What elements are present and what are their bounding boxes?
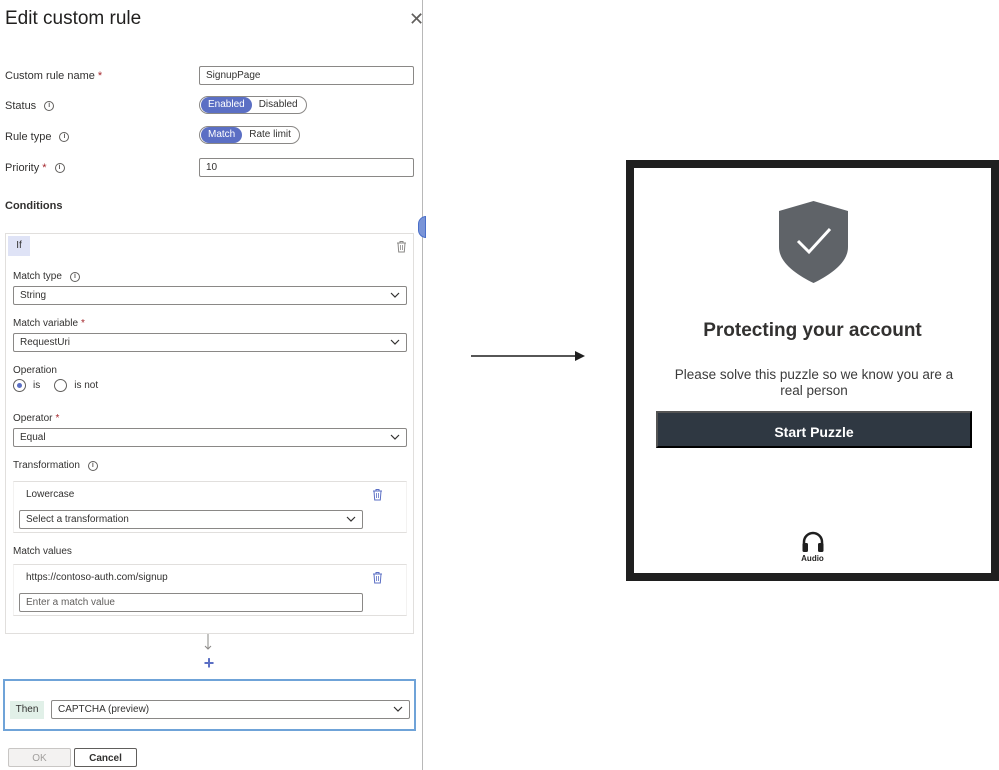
operation-radio-group: is is not (13, 379, 98, 392)
condition-card: If Match type i String Match variable * Re… (5, 233, 414, 634)
match-type-value: String (20, 290, 47, 301)
priority-label-text: Priority (5, 162, 40, 174)
transformation-placeholder: Select a transformation (26, 514, 129, 525)
add-condition-icon[interactable]: + (202, 654, 216, 672)
radio-is[interactable] (13, 379, 26, 392)
chevron-down-icon (390, 292, 400, 298)
then-badge: Then (10, 701, 44, 719)
operator-value: Equal (20, 432, 46, 443)
info-icon[interactable]: i (54, 163, 65, 173)
priority-label: Priority * i (5, 162, 65, 174)
priority-input[interactable]: 10 (199, 158, 414, 177)
transformation-label: Transformation i (13, 460, 98, 471)
arrow-down-icon (204, 634, 212, 650)
shield-check-icon (779, 201, 848, 283)
radio-is-not-label: is not (74, 380, 99, 391)
captcha-title: Protecting your account (703, 320, 922, 341)
rule-type-toggle[interactable]: Match Rate limit (199, 126, 300, 144)
match-variable-value: RequestUri (20, 337, 71, 348)
match-value-item: https://contoso-auth.com/signup (26, 572, 168, 583)
info-icon[interactable]: i (59, 132, 70, 142)
transformation-label-text: Transformation (13, 460, 80, 471)
required-marker: * (55, 413, 60, 424)
info-icon[interactable]: i (69, 271, 80, 282)
captcha-card: Protecting your account Please solve thi… (634, 168, 991, 573)
required-marker: * (81, 318, 85, 329)
match-values-label: Match values (13, 546, 72, 557)
status-label-text: Status (5, 100, 37, 112)
info-icon[interactable]: i (44, 101, 55, 111)
required-marker: * (97, 70, 103, 82)
match-variable-label: Match variable * (13, 318, 85, 329)
scrollbar-handle[interactable] (418, 216, 426, 238)
trash-icon[interactable] (372, 488, 383, 501)
chevron-down-icon (390, 339, 400, 345)
status-label: Status i (5, 100, 55, 112)
operation-label: Operation (13, 365, 57, 376)
rule-type-option-rate-limit[interactable]: Rate limit (242, 127, 298, 143)
ok-button[interactable]: OK (8, 748, 71, 767)
operator-dropdown[interactable]: Equal (13, 428, 407, 447)
match-type-label: Match type i (13, 271, 80, 282)
headphones-icon[interactable] (801, 531, 825, 553)
panel-title: Edit custom rule (5, 8, 142, 29)
close-icon[interactable]: ✕ (409, 10, 424, 28)
conditions-title: Conditions (5, 200, 63, 212)
custom-rule-name-label: Custom rule name * (5, 70, 102, 82)
rule-type-label-text: Rule type (5, 131, 52, 143)
trash-icon[interactable] (396, 240, 407, 253)
status-toggle[interactable]: Enabled Disabled (199, 96, 307, 114)
then-action-value: CAPTCHA (preview) (58, 704, 150, 715)
match-type-label-text: Match type (13, 271, 62, 282)
if-badge: If (8, 236, 30, 256)
then-section: Then CAPTCHA (preview) (3, 679, 416, 731)
then-action-dropdown[interactable]: CAPTCHA (preview) (51, 700, 410, 719)
required-marker: * (42, 162, 47, 174)
transformation-dropdown[interactable]: Select a transformation (19, 510, 363, 529)
trash-icon[interactable] (372, 571, 383, 584)
custom-rule-name-label-text: Custom rule name (5, 70, 95, 82)
match-variable-label-text: Match variable (13, 318, 79, 329)
rule-type-label: Rule type i (5, 131, 70, 143)
captcha-description: Please solve this puzzle so we know you … (674, 367, 954, 398)
chevron-down-icon (346, 516, 356, 522)
audio-label: Audio (801, 554, 824, 563)
operator-label: Operator * (13, 413, 59, 424)
edit-custom-rule-panel: Edit custom rule ✕ Custom rule name * Sig… (0, 0, 426, 770)
rule-type-option-match[interactable]: Match (201, 127, 243, 143)
match-values-list: https://contoso-auth.com/signup Enter a … (13, 564, 407, 616)
start-puzzle-button[interactable]: Start Puzzle (656, 411, 972, 448)
info-icon[interactable]: i (87, 460, 98, 471)
match-variable-dropdown[interactable]: RequestUri (13, 333, 407, 352)
status-option-disabled[interactable]: Disabled (252, 97, 305, 113)
captcha-frame: Protecting your account Please solve thi… (626, 160, 999, 581)
chevron-down-icon (390, 434, 400, 440)
match-value-input[interactable]: Enter a match value (19, 593, 363, 612)
transformation-item: Lowercase (26, 489, 75, 500)
radio-is-label: is (33, 380, 41, 391)
match-type-dropdown[interactable]: String (13, 286, 407, 305)
cancel-button[interactable]: Cancel (74, 748, 137, 767)
radio-is-not[interactable] (54, 379, 68, 392)
chevron-down-icon (393, 706, 403, 712)
arrow-right-icon (471, 351, 585, 361)
operator-label-text: Operator (13, 413, 53, 424)
transformation-list: Lowercase Select a transformation (13, 481, 407, 533)
status-option-enabled[interactable]: Enabled (201, 97, 252, 113)
custom-rule-name-input[interactable]: SignupPage (199, 66, 414, 85)
